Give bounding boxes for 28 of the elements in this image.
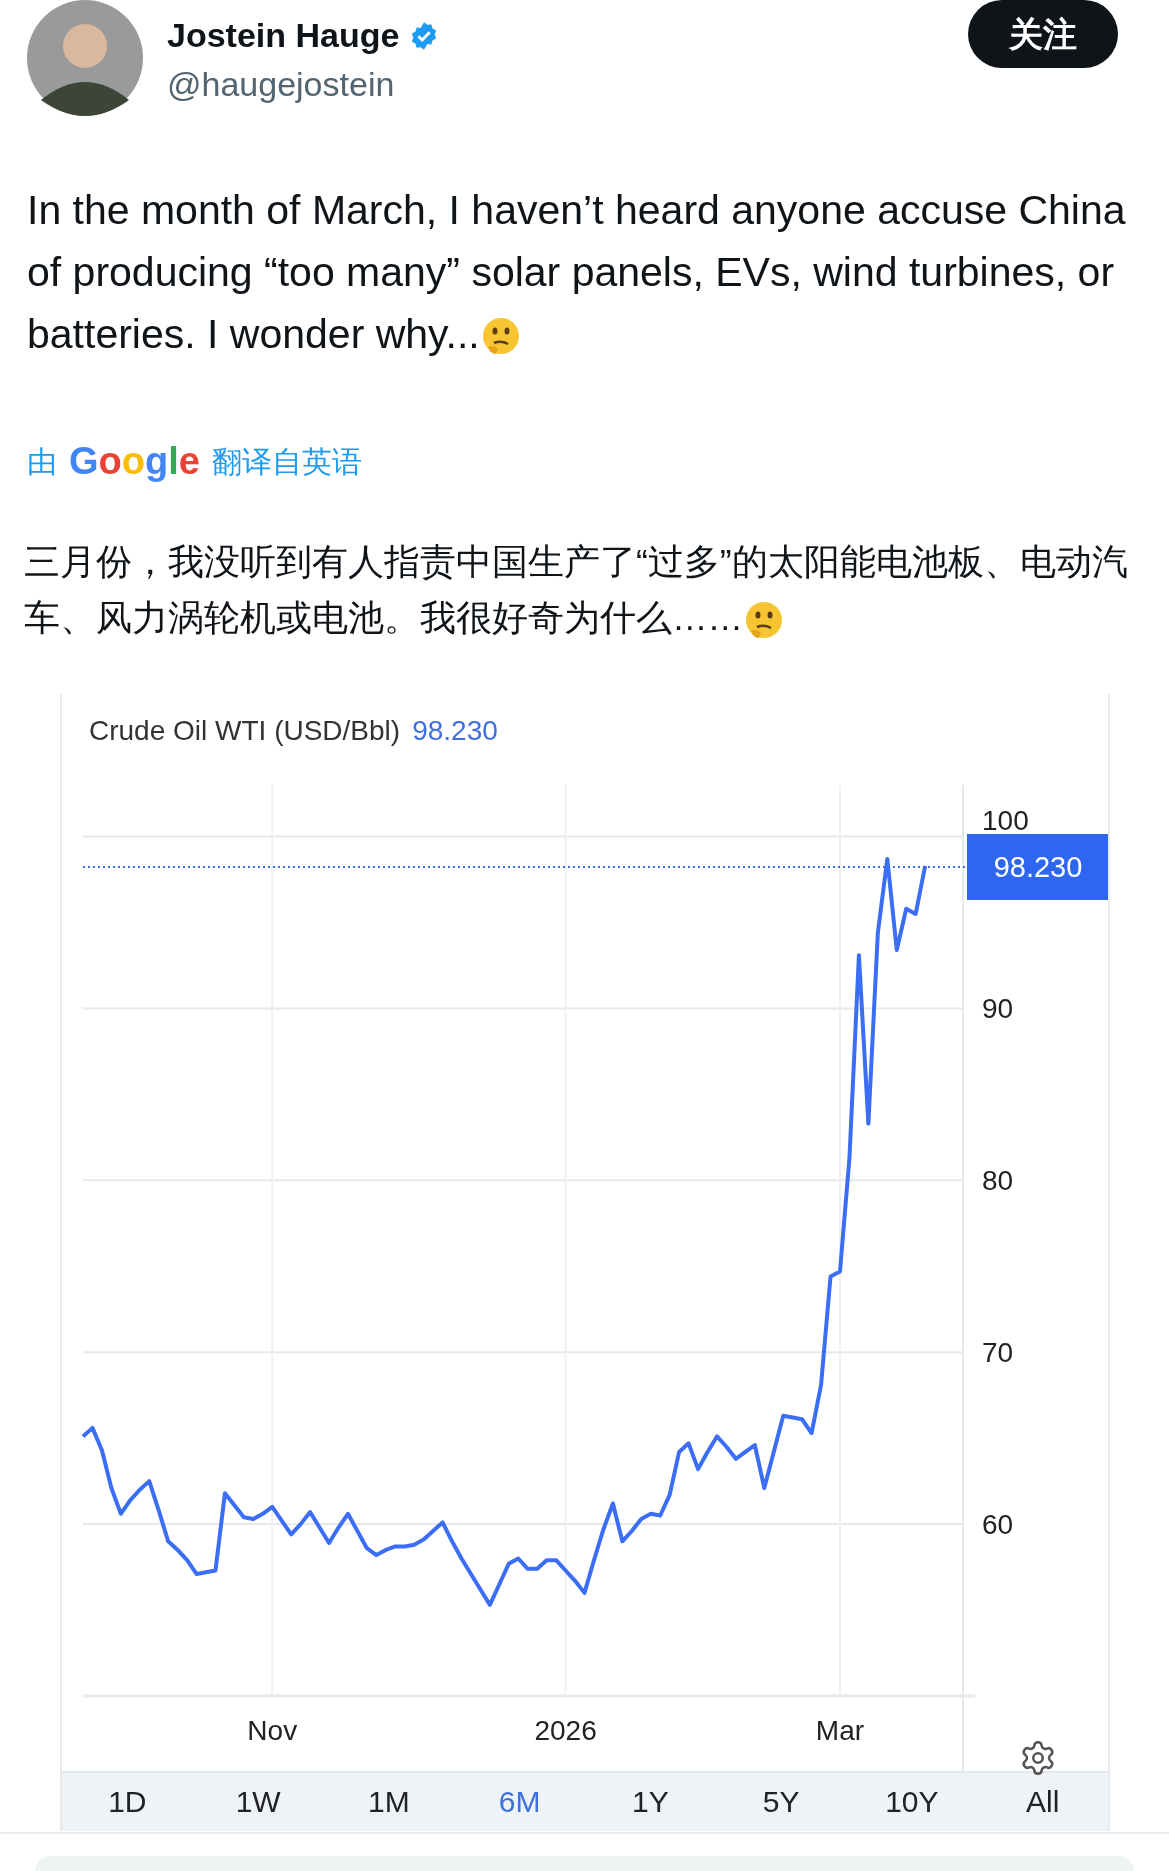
range-tab[interactable]: 1M bbox=[323, 1787, 455, 1817]
range-tab[interactable]: 1W bbox=[192, 1787, 324, 1817]
avatar[interactable] bbox=[27, 0, 143, 116]
y-axis-label: 60 bbox=[982, 1509, 1014, 1541]
range-tab[interactable]: 6M bbox=[454, 1787, 585, 1817]
tweet-text: In the month of March, I haven’t heard anyone accuse China of producing “too many” solar panels, EVs, wind turbines, or batteries. I wonder why... bbox=[26, 186, 1127, 361]
range-tab[interactable]: 10Y bbox=[846, 1787, 978, 1817]
settings-icon[interactable] bbox=[1019, 1739, 1057, 1777]
chart-value: 98.230 bbox=[412, 714, 498, 748]
google-logo[interactable]: Google bbox=[69, 433, 200, 490]
price-tag: 98.230 bbox=[967, 834, 1108, 900]
y-axis-label: 80 bbox=[982, 1165, 1014, 1197]
chart-title: Crude Oil WTI (USD/Bbl) bbox=[89, 714, 401, 748]
range-tab[interactable]: All bbox=[977, 1787, 1108, 1817]
x-axis-label: 2026 bbox=[534, 1715, 597, 1746]
ref-line-label: 98.230 bbox=[993, 850, 1083, 883]
x-axis-label: Mar bbox=[815, 1715, 865, 1746]
range-tab[interactable]: 1D bbox=[62, 1787, 193, 1817]
x-axis-label: Nov bbox=[247, 1715, 298, 1746]
range-tab[interactable]: 5Y bbox=[715, 1787, 847, 1817]
y-axis-label: 100 bbox=[982, 805, 1029, 836]
author-handle[interactable]: @haugejostein bbox=[167, 59, 440, 110]
y-axis-label: 90 bbox=[982, 993, 1014, 1025]
author-name[interactable]: Jostein Hauge bbox=[167, 10, 400, 61]
translated-text: 三月份，我没听到有人指责中国生产了“过多”的太阳能电池板、电动汽车、风力涡轮机或电池。我很好奇为什么…… bbox=[0, 534, 1169, 646]
range-tab[interactable]: 1Y bbox=[585, 1787, 716, 1817]
y-axis-label: 70 bbox=[982, 1337, 1014, 1369]
follow-button[interactable]: 关注 bbox=[968, 0, 1118, 68]
